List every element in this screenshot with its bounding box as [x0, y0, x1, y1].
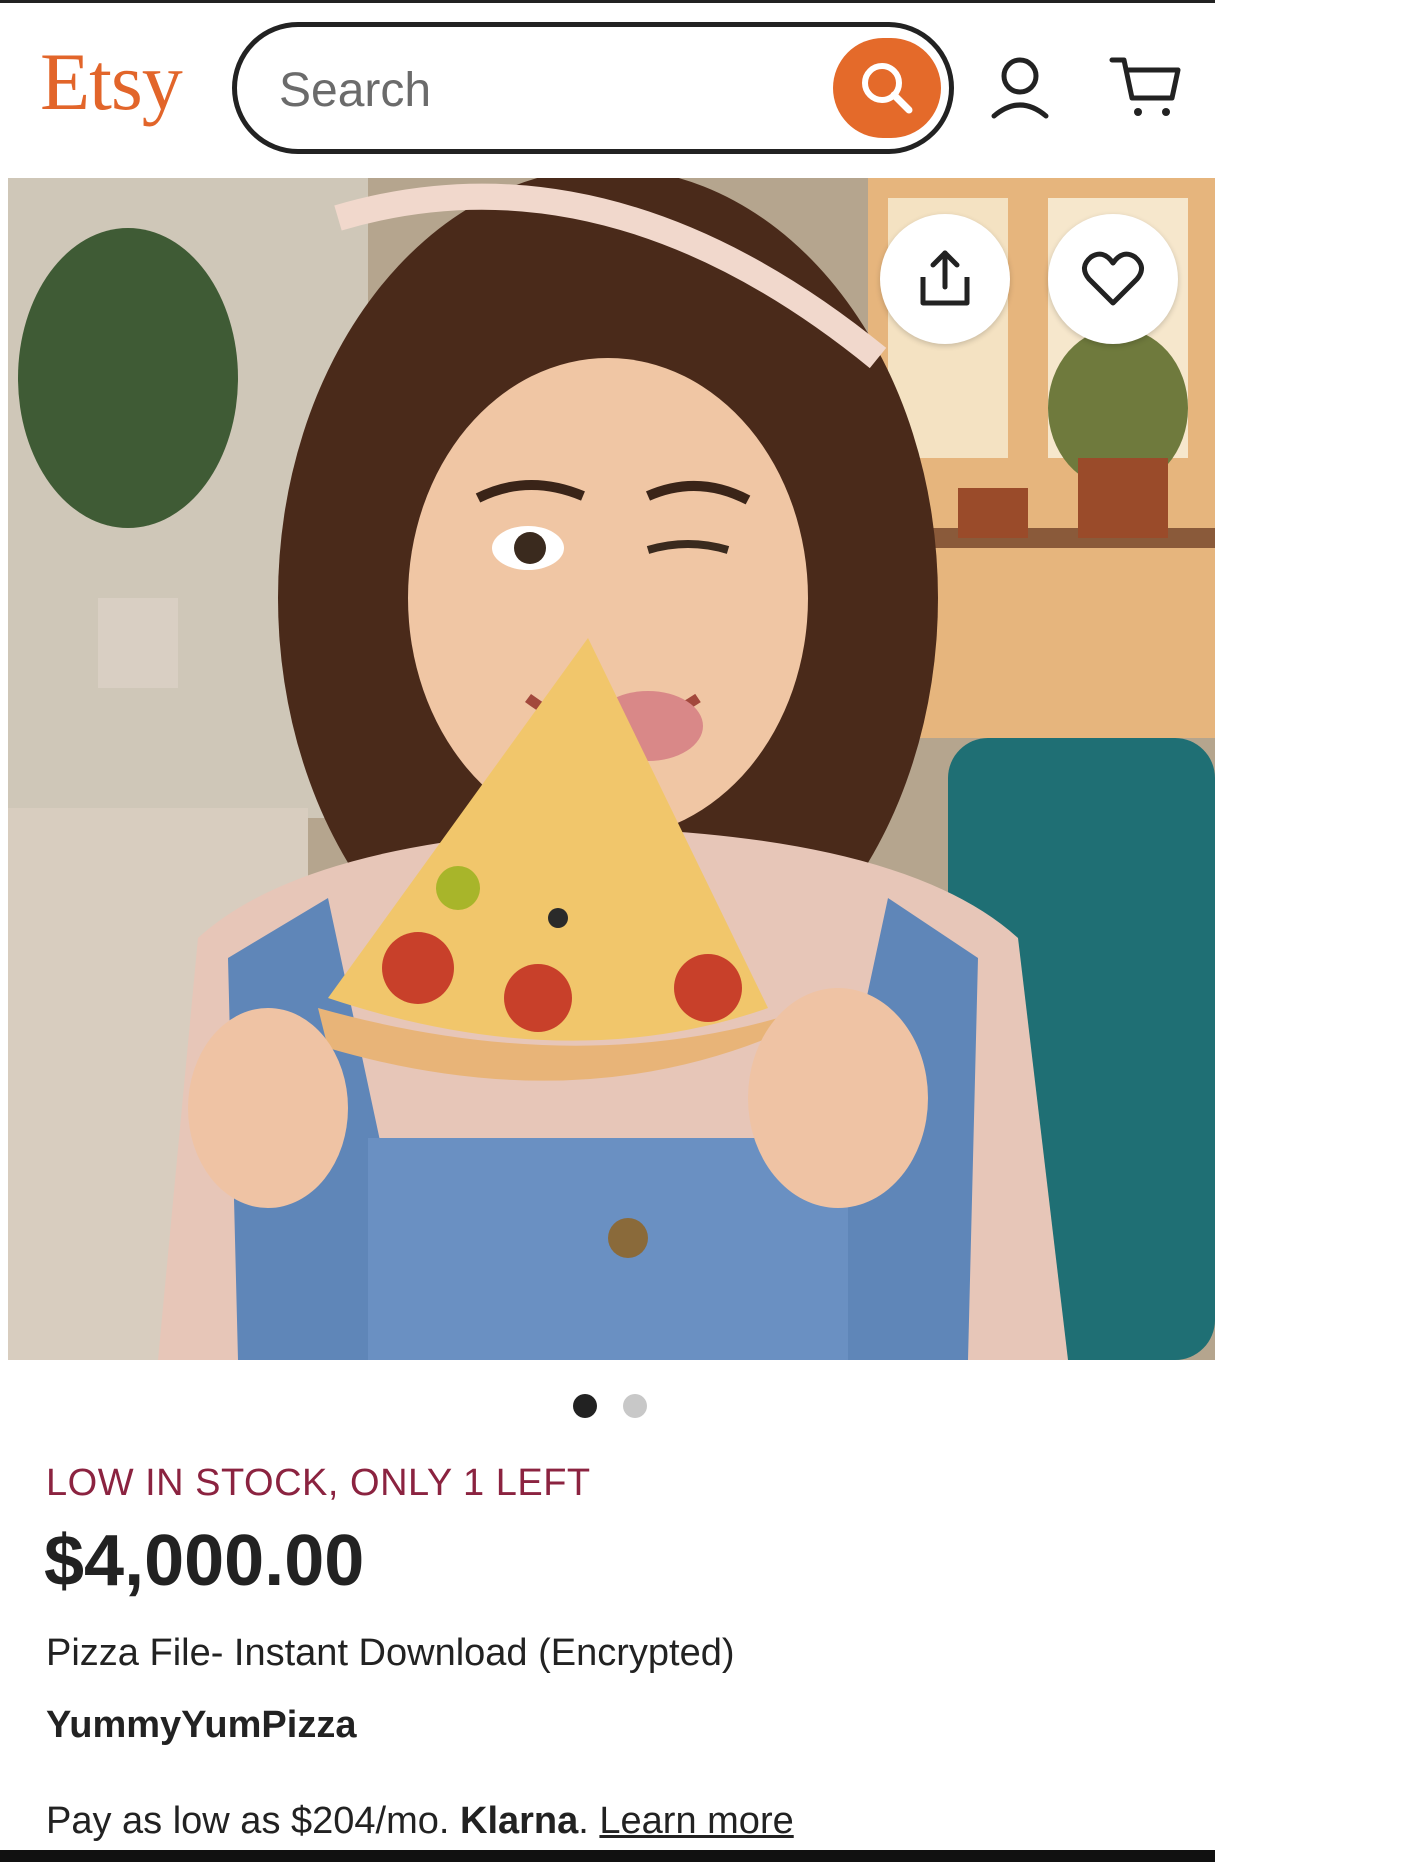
favorite-button[interactable] [1048, 214, 1178, 344]
stock-notice: LOW IN STOCK, ONLY 1 LEFT [46, 1462, 591, 1504]
carousel-dot-active[interactable] [573, 1394, 597, 1418]
search-icon [862, 63, 913, 114]
installment-separator: . [578, 1800, 589, 1842]
user-icon[interactable] [988, 54, 1052, 124]
product-photo [8, 178, 1215, 1360]
etsy-logo[interactable]: Etsy [40, 32, 183, 132]
cart-icon[interactable] [1108, 54, 1184, 120]
search-bar[interactable]: Search [232, 22, 954, 154]
installment-text: Pay as low as $204/mo. [46, 1800, 450, 1842]
etsy-mobile-listing-page: Etsy Search LOW IN STOCK, ONLY 1 LEFT $4… [0, 0, 1215, 1862]
product-image[interactable] [8, 178, 1215, 1360]
search-button[interactable] [833, 38, 941, 138]
heart-icon [1082, 251, 1144, 306]
listing-title: Pizza File- Instant Download (Encrypted) [46, 1632, 735, 1674]
klarna-installment-text: Pay as low as $204/mo. Klarna. Learn mor… [46, 1800, 794, 1843]
share-icon [920, 250, 970, 306]
klarna-brand: Klarna [460, 1800, 579, 1842]
carousel-dot[interactable] [623, 1394, 647, 1418]
top-border [0, 0, 1215, 3]
share-button[interactable] [880, 214, 1010, 344]
shop-name-link[interactable]: YummyYumPizza [46, 1704, 356, 1747]
learn-more-link[interactable]: Learn more [599, 1800, 793, 1842]
bottom-border [0, 1850, 1215, 1862]
price: $4,000.00 [44, 1521, 365, 1601]
search-input[interactable]: Search [279, 63, 431, 118]
